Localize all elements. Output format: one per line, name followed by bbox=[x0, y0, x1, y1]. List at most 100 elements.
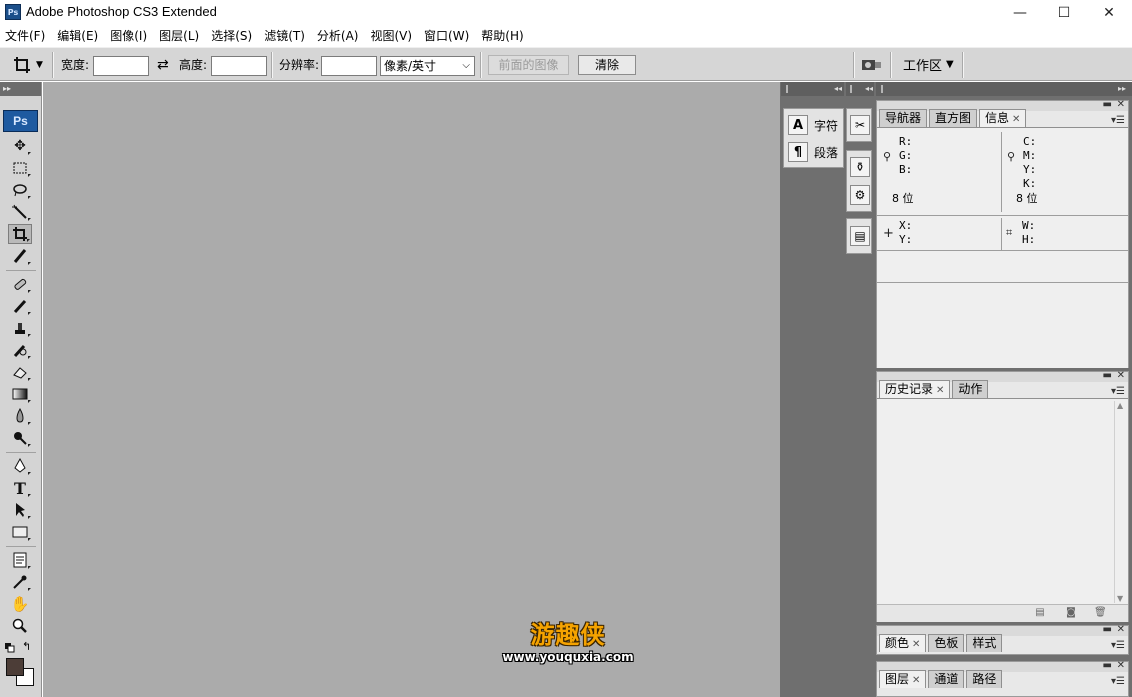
slice-tool-icon[interactable] bbox=[8, 246, 32, 266]
move-tool-icon[interactable]: ✥ bbox=[8, 136, 32, 156]
close-panel-icon[interactable]: ✕ bbox=[1117, 660, 1125, 671]
menu-analysis[interactable]: 分析(A) bbox=[312, 25, 366, 47]
menu-file[interactable]: 文件(F) bbox=[0, 25, 52, 47]
close-panel-icon[interactable]: ✕ bbox=[1117, 99, 1125, 110]
panel-menu-icon[interactable]: ▾☰ bbox=[1111, 676, 1125, 687]
tab-history[interactable]: 历史记录 ✕ bbox=[879, 380, 951, 398]
brush-tool-icon[interactable] bbox=[8, 296, 32, 316]
dock-column-grip[interactable]: ‖ ◂◂ bbox=[781, 82, 844, 96]
new-document-from-state-icon[interactable]: ▤ bbox=[1034, 607, 1046, 619]
resolution-input[interactable] bbox=[321, 56, 377, 76]
healing-brush-tool-icon[interactable] bbox=[8, 274, 32, 294]
minimize-panel-icon[interactable]: ▬ bbox=[1103, 660, 1112, 671]
tab-layers[interactable]: 图层 ✕ bbox=[879, 670, 927, 688]
layer-comps-icon[interactable]: ▤ bbox=[850, 226, 870, 246]
menu-view[interactable]: 视图(V) bbox=[365, 25, 419, 47]
panel-menu-icon[interactable]: ▾☰ bbox=[1111, 640, 1125, 651]
tab-histogram[interactable]: 直方图 bbox=[929, 109, 978, 127]
minimize-button[interactable]: — bbox=[997, 0, 1043, 25]
clone-stamp-tool-icon[interactable] bbox=[8, 318, 32, 338]
rectangle-tool-icon[interactable] bbox=[8, 522, 32, 542]
info-panel: ▬ ✕ 导航器 直方图 信息 ✕ ▾☰ ⚲ R: G: B: 8 位 ⚲ C: M… bbox=[876, 99, 1129, 368]
history-brush-tool-icon[interactable] bbox=[8, 340, 32, 360]
character-panel-button[interactable]: A 字符 bbox=[784, 113, 843, 137]
history-scrollbar[interactable]: ▲ ▼ bbox=[1114, 401, 1128, 603]
paragraph-panel-label: 段落 bbox=[814, 145, 839, 160]
brushes-panel-icon[interactable]: ⚱ bbox=[850, 157, 870, 177]
bridge-icon[interactable] bbox=[861, 48, 883, 81]
trash-icon[interactable]: 🗑 bbox=[1094, 607, 1107, 619]
menu-filter[interactable]: 滤镜(T) bbox=[259, 25, 312, 47]
minimize-panel-icon[interactable]: ▬ bbox=[1103, 370, 1112, 381]
close-tab-icon[interactable]: ✕ bbox=[912, 639, 920, 650]
photoshop-logo[interactable]: Ps bbox=[3, 110, 38, 132]
scroll-down-icon[interactable]: ▼ bbox=[1117, 594, 1123, 603]
width-input[interactable] bbox=[93, 56, 149, 76]
eraser-tool-icon[interactable] bbox=[8, 362, 32, 382]
crop-icon bbox=[14, 56, 30, 73]
toolbox-collapse-grip[interactable]: ▸▸ bbox=[0, 82, 41, 96]
dodge-tool-icon[interactable] bbox=[8, 428, 32, 448]
tab-info[interactable]: 信息 ✕ bbox=[979, 109, 1027, 127]
chevron-down-icon: ▼ bbox=[36, 59, 43, 70]
gradient-tool-icon[interactable] bbox=[8, 384, 32, 404]
menu-window[interactable]: 窗口(W) bbox=[419, 25, 476, 47]
minimize-panel-icon[interactable]: ▬ bbox=[1103, 624, 1112, 635]
eyedropper-tool-icon[interactable] bbox=[8, 572, 32, 592]
menu-image[interactable]: 图像(I) bbox=[105, 25, 154, 47]
document-canvas-area[interactable]: 游趣侠 www.youquxia.com bbox=[43, 82, 780, 697]
workspace-menu[interactable]: 工作区 ▼ bbox=[903, 48, 954, 81]
menu-help[interactable]: 帮助(H) bbox=[476, 25, 530, 47]
marquee-tool-icon[interactable] bbox=[8, 158, 32, 178]
close-tab-icon[interactable]: ✕ bbox=[936, 385, 944, 396]
blur-tool-icon[interactable] bbox=[8, 406, 32, 426]
dock-column-grip[interactable]: ‖ ◂◂ bbox=[846, 82, 874, 96]
pen-tool-icon[interactable] bbox=[8, 456, 32, 476]
type-tool-icon[interactable]: T bbox=[8, 478, 32, 498]
tab-channels[interactable]: 通道 bbox=[928, 670, 965, 688]
new-snapshot-icon[interactable]: ◙ bbox=[1065, 607, 1077, 619]
divider bbox=[1001, 218, 1002, 250]
tab-actions[interactable]: 动作 bbox=[952, 380, 989, 398]
close-tab-icon[interactable]: ✕ bbox=[912, 675, 920, 686]
front-image-button[interactable]: 前面的图像 bbox=[488, 55, 569, 75]
path-selection-tool-icon[interactable] bbox=[8, 500, 32, 520]
close-panel-icon[interactable]: ✕ bbox=[1117, 370, 1125, 381]
tool-presets-icon[interactable]: ✂ bbox=[850, 115, 870, 135]
close-button[interactable]: ✕ bbox=[1086, 0, 1132, 25]
paragraph-panel-button[interactable]: ¶ 段落 bbox=[784, 140, 843, 164]
tab-swatches[interactable]: 色板 bbox=[928, 634, 965, 652]
height-label: 高度: bbox=[179, 58, 208, 72]
notes-tool-icon[interactable] bbox=[8, 550, 32, 570]
resolution-unit-select[interactable]: 像素/英寸 ⌵ bbox=[380, 56, 475, 76]
close-panel-icon[interactable]: ✕ bbox=[1117, 624, 1125, 635]
clear-button[interactable]: 清除 bbox=[578, 55, 636, 75]
magic-wand-tool-icon[interactable] bbox=[8, 202, 32, 222]
tool-preset-picker[interactable]: ▼ bbox=[12, 48, 43, 81]
height-input[interactable] bbox=[211, 56, 267, 76]
lasso-tool-icon[interactable] bbox=[8, 180, 32, 200]
menu-edit[interactable]: 编辑(E) bbox=[52, 25, 105, 47]
menu-layer[interactable]: 图层(L) bbox=[154, 25, 206, 47]
tab-navigator[interactable]: 导航器 bbox=[879, 109, 928, 127]
tab-color[interactable]: 颜色 ✕ bbox=[879, 634, 927, 652]
close-tab-icon[interactable]: ✕ bbox=[1012, 114, 1020, 125]
panel-menu-icon[interactable]: ▾☰ bbox=[1111, 386, 1125, 397]
tab-styles[interactable]: 样式 bbox=[966, 634, 1003, 652]
foreground-color-swatch[interactable] bbox=[6, 658, 24, 676]
minimize-panel-icon[interactable]: ▬ bbox=[1103, 99, 1112, 110]
history-list[interactable]: ▲ ▼ ▤ ◙ 🗑 bbox=[877, 398, 1128, 622]
zoom-tool-icon[interactable] bbox=[8, 616, 32, 636]
scroll-up-icon[interactable]: ▲ bbox=[1117, 401, 1123, 410]
panel-menu-icon[interactable]: ▾☰ bbox=[1111, 115, 1125, 126]
menu-select[interactable]: 选择(S) bbox=[206, 25, 259, 47]
default-colors-icon[interactable] bbox=[5, 642, 15, 653]
crop-tool-icon[interactable] bbox=[8, 224, 32, 244]
clone-source-panel-icon[interactable]: ⚙ bbox=[850, 185, 870, 205]
maximize-button[interactable]: ☐ bbox=[1041, 0, 1087, 25]
dock-column-grip[interactable]: ‖ ▸▸ bbox=[876, 82, 1132, 96]
swap-colors-icon[interactable]: ↰ bbox=[22, 640, 31, 653]
swap-dimensions-icon[interactable]: ⇄ bbox=[157, 48, 169, 81]
hand-tool-icon[interactable]: ✋ bbox=[8, 594, 32, 614]
tab-paths[interactable]: 路径 bbox=[966, 670, 1003, 688]
